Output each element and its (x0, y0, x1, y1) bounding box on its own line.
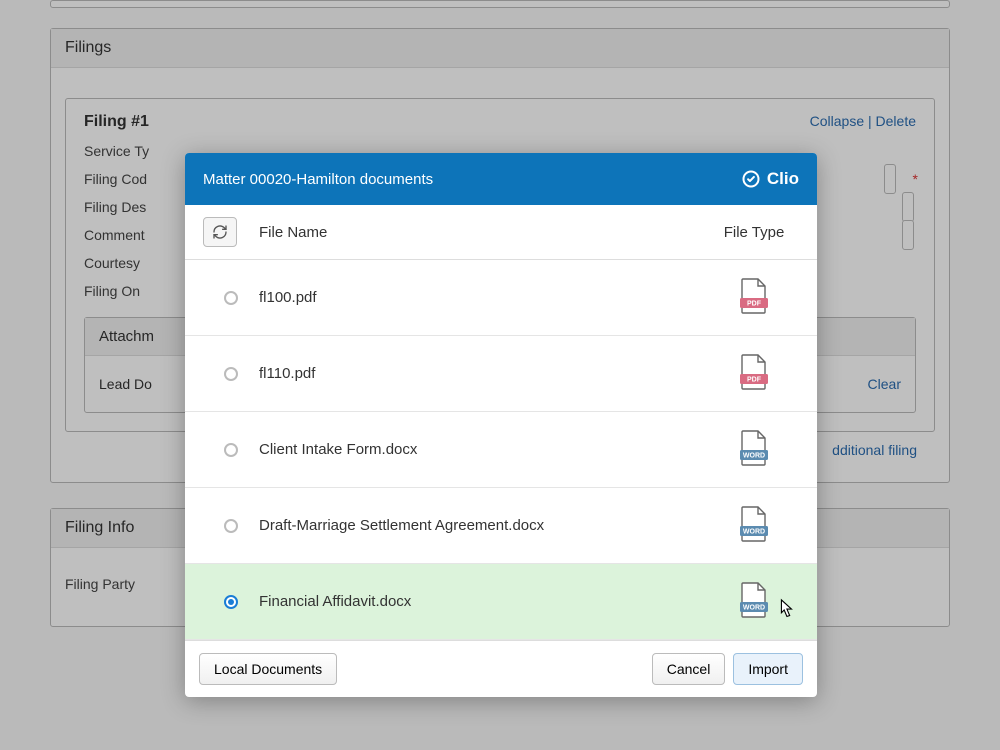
svg-text:WORD: WORD (743, 605, 765, 612)
radio-cell (203, 291, 259, 305)
file-row[interactable]: Financial Affidavit.docx WORD (185, 564, 817, 640)
radio-cell (203, 367, 259, 381)
file-type-icon-cell: PDF (709, 354, 799, 393)
file-radio[interactable] (224, 519, 238, 533)
radio-cell (203, 443, 259, 457)
pdf-file-icon: PDF (739, 278, 769, 317)
file-radio[interactable] (224, 595, 238, 609)
file-name: Draft-Marriage Settlement Agreement.docx (259, 517, 709, 534)
modal-header: Matter 00020-Hamilton documents Clio (185, 153, 817, 205)
cancel-button[interactable]: Cancel (652, 653, 726, 685)
svg-text:WORD: WORD (743, 453, 765, 460)
file-name: fl110.pdf (259, 365, 709, 382)
refresh-icon (212, 224, 228, 240)
refresh-button[interactable] (203, 217, 237, 247)
table-header-row: File Name File Type (185, 205, 817, 260)
file-name: fl100.pdf (259, 289, 709, 306)
file-type-icon-cell: PDF (709, 278, 799, 317)
column-header-filename: File Name (259, 224, 709, 241)
file-row[interactable]: Client Intake Form.docx WORD (185, 412, 817, 488)
file-row[interactable]: Draft-Marriage Settlement Agreement.docx… (185, 488, 817, 564)
clio-brand: Clio (741, 169, 799, 189)
svg-text:WORD: WORD (743, 529, 765, 536)
column-header-filetype: File Type (709, 224, 799, 241)
radio-cell (203, 519, 259, 533)
file-row[interactable]: fl110.pdf PDF (185, 336, 817, 412)
local-documents-button[interactable]: Local Documents (199, 653, 337, 685)
file-type-icon-cell: WORD (709, 506, 799, 545)
file-radio[interactable] (224, 291, 238, 305)
svg-text:PDF: PDF (747, 301, 762, 308)
modal-title: Matter 00020-Hamilton documents (203, 171, 433, 188)
radio-cell (203, 595, 259, 609)
word-file-icon: WORD (739, 582, 769, 621)
clio-logo-icon (741, 169, 761, 189)
file-type-icon-cell: WORD (709, 430, 799, 469)
file-row[interactable]: fl100.pdf PDF (185, 260, 817, 336)
import-button[interactable]: Import (733, 653, 803, 685)
modal-footer: Local Documents Cancel Import (185, 640, 817, 697)
file-radio[interactable] (224, 367, 238, 381)
svg-text:PDF: PDF (747, 377, 762, 384)
document-picker-modal: Matter 00020-Hamilton documents Clio Fil… (185, 153, 817, 697)
word-file-icon: WORD (739, 506, 769, 545)
file-radio[interactable] (224, 443, 238, 457)
word-file-icon: WORD (739, 430, 769, 469)
file-name: Financial Affidavit.docx (259, 593, 709, 610)
pdf-file-icon: PDF (739, 354, 769, 393)
file-name: Client Intake Form.docx (259, 441, 709, 458)
file-type-icon-cell: WORD (709, 582, 799, 621)
